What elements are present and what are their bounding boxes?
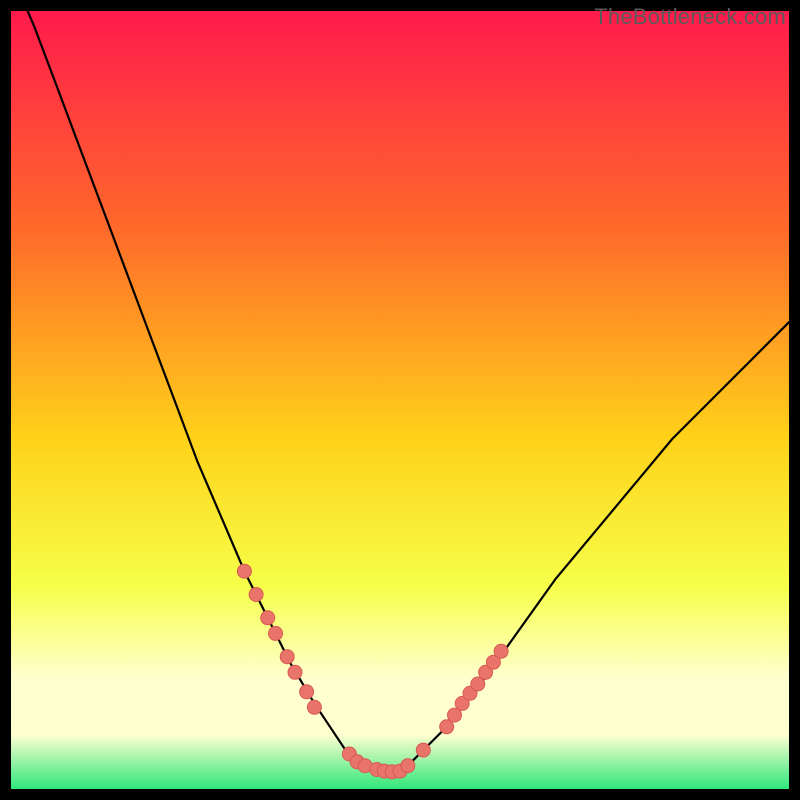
- data-point: [249, 588, 263, 602]
- data-point: [307, 700, 321, 714]
- data-point: [416, 743, 430, 757]
- data-point: [401, 759, 415, 773]
- chart-background: [11, 11, 789, 789]
- chart-svg: [11, 11, 789, 789]
- data-point: [269, 626, 283, 640]
- data-point: [261, 611, 275, 625]
- data-point: [288, 665, 302, 679]
- watermark-text: TheBottleneck.com: [594, 4, 786, 30]
- data-point: [280, 650, 294, 664]
- chart-frame: [11, 11, 789, 789]
- data-point: [237, 564, 251, 578]
- data-point: [300, 685, 314, 699]
- data-point: [494, 644, 508, 658]
